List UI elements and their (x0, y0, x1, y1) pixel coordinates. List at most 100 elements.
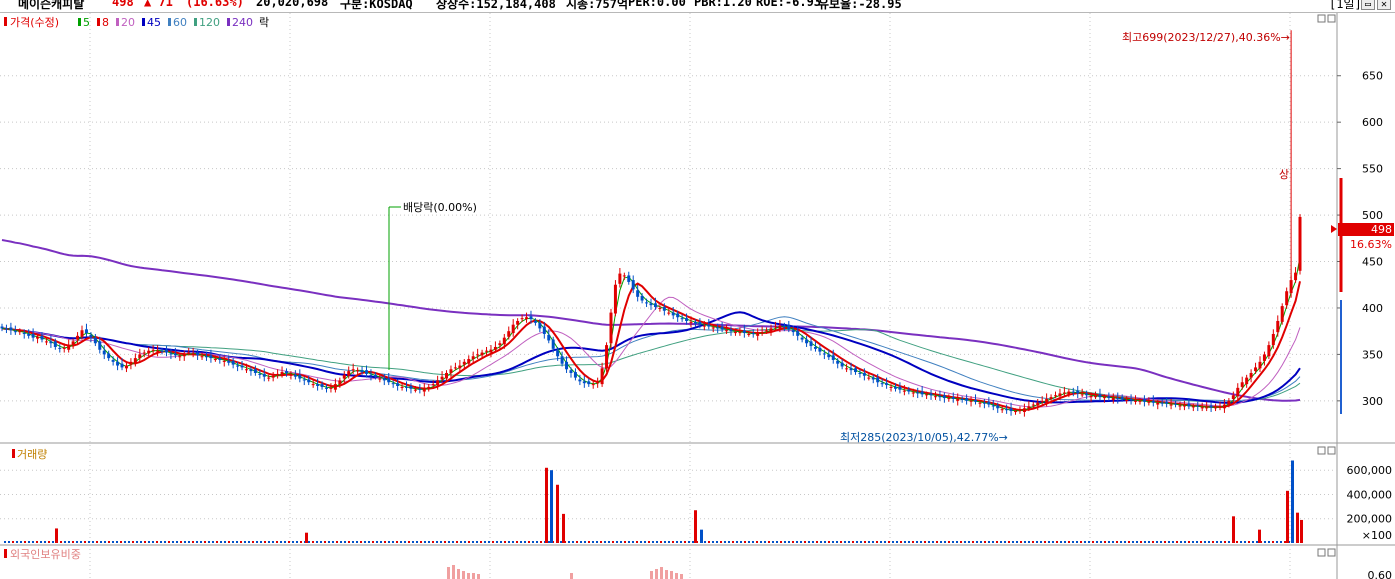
candle-body (502, 337, 506, 345)
candle-body (1018, 410, 1022, 412)
candle-body (325, 387, 328, 389)
volume-bar-small (1096, 541, 1098, 543)
volume-bar-small (944, 541, 946, 543)
volume-bar-small (96, 541, 98, 543)
volume-bar-small (108, 541, 110, 543)
foreign-legend-marker (4, 549, 7, 558)
candle-body (1254, 367, 1258, 372)
foreign-bar (670, 571, 673, 579)
volume-bar (545, 467, 548, 543)
volume-bar-small (184, 541, 186, 543)
candle-body (178, 356, 182, 358)
candle-body (933, 396, 937, 398)
candle-body (956, 398, 960, 401)
price-panel[interactable] (0, 13, 1337, 443)
legend-price-label: 가격(수정) (10, 16, 59, 29)
volume-bar-small (1248, 541, 1250, 543)
candle-body (489, 349, 493, 353)
dividend-annotation: 배당락(0.00%) (403, 201, 477, 214)
stock-chart[interactable]: 가격(수정) 5 8 20 45 60 120 240 락 최고699(2023/12/27… (0, 0, 1395, 579)
candle-body (796, 331, 800, 336)
volume-bar-small (164, 541, 166, 543)
volume-bar-small (324, 541, 326, 543)
candle-body (311, 384, 315, 386)
volume-bar-small (132, 541, 134, 543)
volume-bar-small (496, 541, 498, 543)
volume-panel-close-icon[interactable] (1327, 446, 1336, 455)
volume-bar-small (1164, 541, 1166, 543)
volume-bar-small (196, 541, 198, 543)
candle-body (960, 398, 964, 400)
volume-bar-small (524, 541, 526, 543)
candle-body (800, 337, 804, 340)
volume-bar-small (48, 541, 50, 543)
candle-body (974, 399, 977, 402)
volume-bar-small (1160, 541, 1162, 543)
volume-bar-small (480, 541, 482, 543)
candle-body (1009, 408, 1013, 412)
candle-body (356, 370, 360, 372)
volume-bar-small (1084, 541, 1086, 543)
foreign-panel-close-icon[interactable] (1327, 548, 1336, 557)
volume-bar-small (252, 541, 254, 543)
candle-body (493, 346, 497, 350)
candle-body (565, 361, 569, 370)
volume-bar-small (1112, 541, 1114, 543)
volume-bar-small (688, 541, 690, 543)
candle-body (578, 379, 582, 382)
candle-body (653, 303, 657, 308)
volume-bar-small (948, 541, 950, 543)
candle-body (791, 330, 795, 333)
candle-body (222, 360, 226, 362)
candle-body (929, 393, 933, 396)
candle-body (556, 350, 560, 357)
volume-bar-small (532, 541, 534, 543)
volume-bar-small (464, 541, 466, 543)
volume-bar-small (136, 541, 138, 543)
volume-unit: ×100 (1362, 529, 1392, 542)
volume-bar-small (208, 541, 210, 543)
foreign-bar (462, 571, 465, 579)
volume-bar-small (312, 541, 314, 543)
candle-body (124, 365, 128, 369)
volume-bar-small (1268, 541, 1270, 543)
volume-bar-small (372, 541, 374, 543)
candle-body (1218, 406, 1222, 408)
volume-bar-small (1224, 541, 1226, 543)
candle-body (333, 384, 337, 390)
volume-bar-small (668, 541, 670, 543)
foreign-bar (467, 573, 470, 579)
foreign-panel-maximize-icon[interactable] (1317, 548, 1326, 557)
candle-body (160, 350, 164, 352)
candle-body (893, 386, 897, 389)
candle-body (396, 383, 400, 386)
candle-body (9, 327, 13, 331)
volume-bar-small (856, 541, 858, 543)
volume-bar-small (428, 541, 430, 543)
candle-body (422, 388, 426, 392)
candle-body (80, 330, 84, 337)
volume-bar-small (708, 541, 710, 543)
candle-body (1014, 411, 1018, 413)
candle-body (1249, 372, 1253, 378)
candle-body (938, 396, 942, 398)
volume-bar-small (596, 541, 598, 543)
foreign-bar (655, 569, 658, 579)
candle-body (1169, 404, 1173, 406)
candle-body (1098, 394, 1102, 398)
volume-bar-small (356, 541, 358, 543)
volume-bar (1258, 529, 1261, 543)
volume-bar-small (460, 541, 462, 543)
volume-title: 거래량 (17, 448, 47, 461)
candle-body (649, 303, 653, 306)
volume-bar-small (584, 541, 586, 543)
volume-bar-small (432, 541, 434, 543)
volume-bar-small (408, 541, 410, 543)
candle-body (191, 353, 195, 355)
volume-bar-small (940, 541, 942, 543)
volume-bar-small (1028, 541, 1030, 543)
volume-panel-maximize-icon[interactable] (1317, 446, 1326, 455)
candle-body (573, 372, 577, 378)
volume-bar-small (1020, 541, 1022, 543)
volume-bar-small (900, 541, 902, 543)
